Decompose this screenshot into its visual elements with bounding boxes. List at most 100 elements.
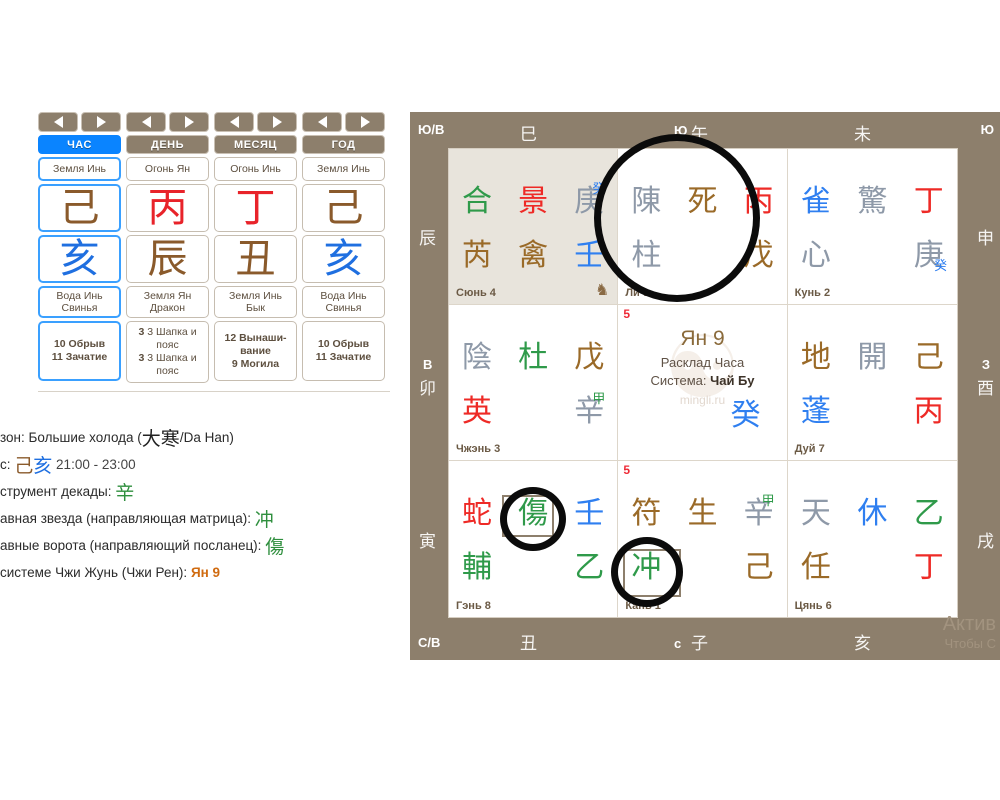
chart-polarity: Ян 9 [680, 327, 725, 350]
activation-line-1: Актив [942, 613, 996, 635]
four-pillars-panel: ЧАС ДЕНЬ МЕСЯЦ ГОД Земля Инь Огонь Ян Ог… [0, 112, 390, 392]
star-han: 心 [800, 238, 831, 273]
upper-stem-sup: 甲 [761, 494, 775, 509]
palace-label: Сюнь 4 [456, 287, 496, 299]
day-prev-button[interactable] [126, 112, 166, 132]
palace-cell-gen8[interactable]: 蛇 傷 壬 輔 乙 Гэнь 8 [449, 461, 619, 617]
month-prev-button[interactable] [214, 112, 254, 132]
branch-hour[interactable]: 亥 [38, 235, 121, 283]
palace-label: Дуй 7 [794, 443, 825, 455]
stage-month-wrap: 12 Вынаши-вание 9 Могила [214, 321, 297, 381]
slot-lower-stem: 戊 [731, 233, 787, 279]
slot-gate: 傷 [505, 491, 561, 537]
gate-han: 驚 [857, 184, 888, 219]
branch-month[interactable]: 丑 [214, 235, 297, 283]
gate-han: 休 [857, 496, 888, 531]
slot-star2 [505, 389, 561, 435]
tab-day[interactable]: ДЕНЬ [126, 135, 209, 154]
slot-star2 [505, 545, 561, 591]
palace-grid: 合 景 庚癸 芮 禽 壬 Сюнь 4 ♞ 陳 死 丙 柱 戊 Ли 9 雀 驚… [448, 148, 958, 618]
hour-prev-button[interactable] [38, 112, 78, 132]
slot-deity: 符 [618, 491, 674, 537]
palace-row-upper: 符 生 辛甲 [618, 491, 786, 537]
slot-gate: 生 [674, 491, 730, 537]
stem-day-wrap: 丙 [126, 184, 209, 232]
hour-branch-han: 亥 [33, 455, 53, 477]
life-stage-month-2: 9 Могила [231, 357, 280, 370]
slot-upper-stem: 己 [901, 335, 957, 381]
slot-gate: 死 [674, 179, 730, 225]
slot-star2 [674, 545, 730, 591]
lower-stem-sup: 甲 [592, 392, 606, 407]
slot-star: 英 [449, 389, 505, 435]
slot-star: 柱 [618, 233, 674, 279]
upper-stem-han: 丙 [743, 184, 774, 219]
activation-watermark: Актив Чтобы С [943, 614, 996, 654]
chart-kind: Расклад Часа [660, 355, 745, 370]
stem-month[interactable]: 丁 [214, 184, 297, 232]
life-stage-hour-1: 10 Обрыв [53, 338, 106, 350]
stage-day-wrap: 3 3 Шапка и пояс 3 3 Шапка и пояс [126, 321, 209, 383]
nav-row-hour [38, 112, 121, 132]
palace-cell-xun4[interactable]: 合 景 庚癸 芮 禽 壬 Сюнь 4 ♞ [449, 149, 619, 305]
palace-cell-li9[interactable]: 陳 死 丙 柱 戊 Ли 9 [618, 149, 788, 305]
branch-year[interactable]: 亥 [302, 235, 385, 283]
info-season: зон: Большие холода (大寒/Da Han) [0, 428, 234, 450]
stem-day[interactable]: 丙 [126, 184, 209, 232]
slot-upper-stem: 壬 [561, 491, 617, 537]
stem-year-wrap: 己 [302, 184, 385, 232]
info-star: авная звезда (направляющая матрица): 冲 [0, 509, 274, 531]
stem-hour[interactable]: 己 [38, 184, 121, 232]
stem-year[interactable]: 己 [302, 184, 385, 232]
palace-cell-zhen3[interactable]: 陰 杜 戊 英 辛甲 Чжэнь 3 [449, 305, 619, 461]
edge-top-dir: Ю [674, 123, 688, 138]
element-bottom-day: Земля Ян Дракон [126, 286, 209, 318]
element-top-year: Земля Инь [302, 157, 385, 181]
hour-next-button[interactable] [81, 112, 121, 132]
life-stage-day-1: 3 3 Шапка и пояс [138, 326, 197, 351]
deity-han: 雀 [800, 184, 831, 219]
info-hour: с: 己亥 21:00 - 23:00 [0, 455, 136, 477]
palace-row-lower: 心 庚癸 [788, 233, 957, 279]
slot-gate: 景 [505, 179, 561, 225]
deity-han: 合 [462, 184, 493, 219]
palace-row-lower: 冲 己 [618, 545, 786, 591]
deity-han: 地 [800, 340, 831, 375]
tab-year[interactable]: ГОД [302, 135, 385, 154]
edge-top-branch-3: 未 [854, 125, 871, 145]
year-next-button[interactable] [345, 112, 385, 132]
element-top-month: Огонь Инь [214, 157, 297, 181]
branch-day[interactable]: 辰 [126, 235, 209, 283]
palace-row-lower: 任 丁 [788, 545, 957, 591]
palace-cell-dui7[interactable]: 地 開 己 蓬 丙 Дуй 7 [787, 305, 957, 461]
palace-cell-kan1[interactable]: 5 符 生 辛甲 冲 己 Кань 1 [618, 461, 788, 617]
lower-stem-han: 乙 [574, 550, 605, 585]
pillar-title-cell-month: МЕСЯЦ [214, 135, 297, 154]
year-prev-button[interactable] [302, 112, 342, 132]
palace-cell-kun2[interactable]: 雀 驚 丁 心 庚癸 Кунь 2 [787, 149, 957, 305]
day-next-button[interactable] [169, 112, 209, 132]
hour-stem-han: 己 [14, 455, 34, 477]
slot-lower-stem: 辛甲 [561, 389, 617, 435]
palace-cell-qian6[interactable]: 天 休 乙 任 丁 Цянь 6 [788, 461, 957, 617]
pillar-col-day [126, 112, 209, 132]
deity-han: 陳 [631, 184, 662, 219]
tab-hour[interactable]: ЧАС [38, 135, 121, 154]
slot-lower-stem: 丁 [901, 545, 957, 591]
month-next-button[interactable] [257, 112, 297, 132]
gate-han: 傷 [518, 496, 549, 531]
arrow-left-icon [141, 116, 151, 128]
elem-bot-year-wrap: Вода Инь Свинья [302, 286, 385, 318]
tab-month[interactable]: МЕСЯЦ [214, 135, 297, 154]
palace-row-lower: 輔 乙 [449, 545, 617, 591]
center-content: ☯ Ян 9 Расклад Часа Система: Чай Бу ming… [618, 305, 786, 460]
palace-cell-center[interactable]: 5 ☯ Ян 9 Расклад Часа Система: Чай Бу mi… [618, 305, 788, 461]
activation-line-2: Чтобы С [944, 636, 997, 651]
slot-star2: 禽 [505, 233, 561, 279]
deity-han: 蛇 [462, 496, 493, 531]
pillar-col-month [214, 112, 297, 132]
palace-label: Ли 9 [625, 287, 649, 299]
slot-lower-stem: 乙 [561, 545, 617, 591]
slot-deity: 蛇 [449, 491, 505, 537]
slot-upper-stem: 辛甲 [731, 491, 787, 537]
